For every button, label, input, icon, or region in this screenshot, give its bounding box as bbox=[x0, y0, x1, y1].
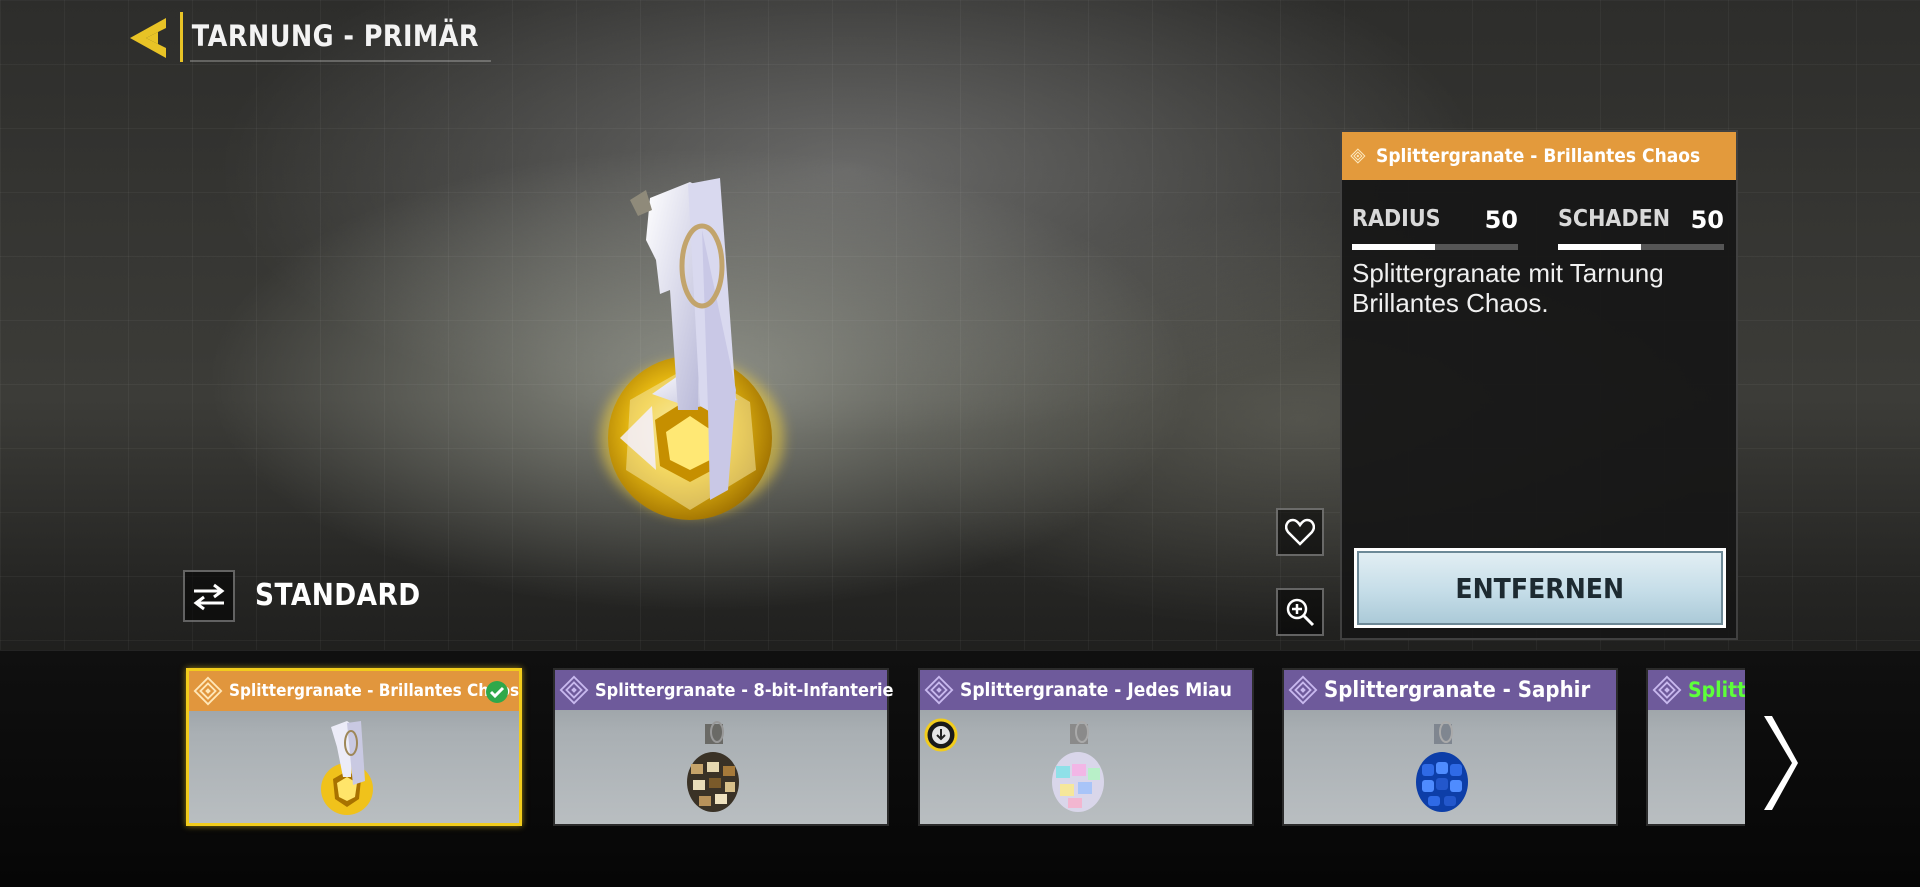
stat-value: 50 bbox=[1690, 206, 1724, 234]
zoom-in-icon bbox=[1286, 598, 1315, 627]
item-description: Splittergranate mit Tarnung Brillantes C… bbox=[1352, 258, 1664, 318]
stat-value: 50 bbox=[1484, 206, 1518, 234]
rarity-diamond-icon bbox=[924, 675, 954, 705]
header-divider bbox=[180, 12, 183, 62]
camo-card-header: Splittergranate - Jedes Miau bbox=[920, 670, 1252, 710]
stat-radius: RADIUS 50 bbox=[1352, 206, 1518, 250]
rarity-diamond-icon bbox=[1288, 675, 1318, 705]
rarity-diamond-icon bbox=[559, 675, 589, 705]
page-title: TARNUNG - PRIMÄR bbox=[190, 12, 492, 62]
back-arrow-icon bbox=[130, 18, 166, 58]
weapon-preview-grenade[interactable] bbox=[560, 170, 820, 550]
item-info-panel: Splittergranate - Brillantes Chaos RADIU… bbox=[1340, 130, 1738, 640]
standard-toggle-button[interactable] bbox=[183, 570, 235, 622]
stat-fill bbox=[1352, 244, 1435, 250]
stat-bar bbox=[1352, 244, 1518, 250]
camo-card[interactable]: Splittergranate - Jedes Miau bbox=[918, 668, 1254, 826]
camo-card-title: Splitte bbox=[1688, 678, 1745, 702]
remove-button-label: ENTFERNEN bbox=[1455, 571, 1625, 605]
camo-card[interactable]: Splittergranate - 8-bit-Infanterie bbox=[553, 668, 894, 826]
camo-card-title: Splittergranate - Brillantes Chaos bbox=[229, 681, 520, 701]
zoom-button[interactable] bbox=[1276, 588, 1324, 636]
grenade-thumbnail-8bit bbox=[687, 721, 739, 812]
camo-card-title: Splittergranate - Saphir bbox=[1324, 677, 1591, 703]
favorite-button[interactable] bbox=[1276, 508, 1324, 556]
grenade-thumbnail-sapphire bbox=[1416, 721, 1468, 812]
camo-card[interactable]: Splittergranate - Brillantes Chaos bbox=[186, 668, 522, 826]
stat-label: RADIUS bbox=[1352, 206, 1441, 232]
camo-card-title: Splittergranate - 8-bit-Infanterie bbox=[595, 679, 894, 701]
camo-card-header: Splittergranate - 8-bit-Infanterie bbox=[555, 670, 894, 710]
standard-label: STANDARD bbox=[255, 578, 421, 613]
item-info-header: Splittergranate - Brillantes Chaos bbox=[1342, 132, 1736, 180]
camo-card-header: Splitte bbox=[1648, 670, 1745, 710]
camo-card-title: Splittergranate - Jedes Miau bbox=[960, 679, 1232, 701]
back-button[interactable] bbox=[122, 14, 174, 62]
rarity-diamond-icon bbox=[1350, 148, 1366, 164]
camo-carousel: Splittergranate - Brillantes Chaos Split… bbox=[0, 660, 1745, 840]
stat-damage: SCHADEN 50 bbox=[1558, 206, 1724, 250]
swap-arrows-icon bbox=[193, 583, 225, 611]
camo-card-header: Splittergranate - Brillantes Chaos bbox=[189, 671, 519, 711]
camo-card-header: Splittergranate - Saphir bbox=[1284, 670, 1616, 710]
camo-card[interactable]: Splitte bbox=[1646, 668, 1745, 826]
grenade-thumbnail-holo bbox=[1052, 721, 1104, 812]
heart-icon bbox=[1285, 518, 1315, 546]
stat-label: SCHADEN bbox=[1558, 206, 1671, 232]
equipped-check-icon bbox=[486, 681, 508, 703]
rarity-diamond-icon bbox=[1652, 675, 1682, 705]
item-title: Splittergranate - Brillantes Chaos bbox=[1375, 145, 1700, 167]
rarity-diamond-icon bbox=[193, 676, 223, 706]
remove-button[interactable]: ENTFERNEN bbox=[1354, 548, 1726, 628]
stat-bar bbox=[1558, 244, 1724, 250]
chevron-right-icon[interactable] bbox=[1758, 712, 1798, 814]
grenade-thumbnail-gold bbox=[321, 721, 373, 815]
stat-fill bbox=[1558, 244, 1641, 250]
camo-card[interactable]: Splittergranate - Saphir bbox=[1282, 668, 1618, 826]
download-badge-icon bbox=[924, 718, 958, 752]
